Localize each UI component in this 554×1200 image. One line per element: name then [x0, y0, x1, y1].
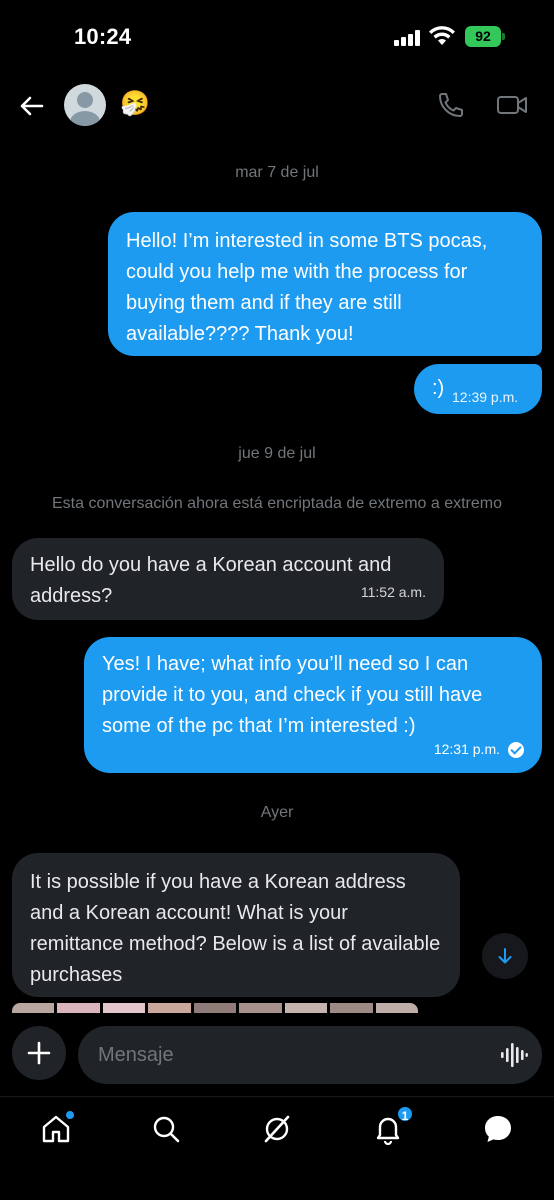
- nav-grok[interactable]: [259, 1111, 295, 1147]
- search-icon: [153, 1116, 180, 1143]
- scroll-to-bottom-button[interactable]: [482, 933, 528, 979]
- encryption-notice: Esta conversación ahora está encriptada …: [51, 495, 503, 512]
- home-unread-dot: [66, 1111, 74, 1119]
- outgoing-message[interactable]: :) 12:39 p.m.: [414, 364, 542, 414]
- nav-notifications[interactable]: 1: [370, 1105, 414, 1147]
- battery-indicator: 92: [465, 26, 505, 47]
- outgoing-message[interactable]: Hello! I’m interested in some BTS pocas,…: [108, 212, 542, 356]
- chat-header: 🤧: [0, 78, 554, 134]
- video-camera-icon[interactable]: [495, 90, 529, 120]
- incoming-message[interactable]: It is possible if you have a Korean addr…: [12, 853, 460, 997]
- notification-count-badge: 1: [396, 1105, 414, 1123]
- message-text: Yes! I have; what info you’ll need so I …: [102, 653, 483, 737]
- message-input[interactable]: [78, 1026, 542, 1084]
- message-text: Hello! I’m interested in some BTS pocas,…: [126, 230, 488, 345]
- bottom-navigation: 1: [0, 1096, 554, 1200]
- phone-icon[interactable]: [436, 90, 466, 120]
- message-time: 12:31 p.m.: [433, 741, 500, 757]
- message-text: Hello do you have a Korean account and a…: [30, 554, 392, 607]
- avatar[interactable]: [64, 84, 106, 126]
- nav-search[interactable]: [148, 1111, 184, 1147]
- arrow-down-icon: [498, 948, 512, 964]
- back-button[interactable]: [16, 90, 48, 122]
- wifi-icon: [429, 26, 455, 45]
- contact-emoji: 🤧: [120, 90, 150, 117]
- incoming-message[interactable]: Hello do you have a Korean account and a…: [12, 538, 444, 620]
- message-composer: [0, 1016, 554, 1092]
- plus-icon: [27, 1041, 51, 1065]
- signal-icon: [394, 30, 420, 46]
- nav-home[interactable]: [38, 1111, 74, 1147]
- media-attachment-preview[interactable]: [12, 1003, 418, 1013]
- messages-icon: [485, 1116, 511, 1142]
- nav-messages[interactable]: [480, 1111, 516, 1147]
- message-time: 12:39 p.m.: [452, 389, 519, 405]
- message-text: :): [432, 377, 445, 399]
- date-separator: Ayer: [260, 804, 294, 821]
- outgoing-message[interactable]: Yes! I have; what info you’ll need so I …: [84, 637, 542, 773]
- voice-message-icon[interactable]: [500, 1042, 528, 1068]
- status-time: 10:24: [74, 24, 132, 49]
- message-time: 11:52 a.m.: [360, 584, 426, 600]
- date-separator: mar 7 de jul: [235, 164, 319, 181]
- grok-icon: [264, 1115, 290, 1143]
- add-attachment-button[interactable]: [12, 1026, 66, 1080]
- date-separator: jue 9 de jul: [238, 445, 316, 462]
- home-indicator: [206, 1179, 348, 1184]
- message-text: It is possible if you have a Korean addr…: [30, 871, 441, 986]
- status-bar: 10:24 92: [0, 0, 554, 70]
- read-receipt-icon: [508, 741, 524, 758]
